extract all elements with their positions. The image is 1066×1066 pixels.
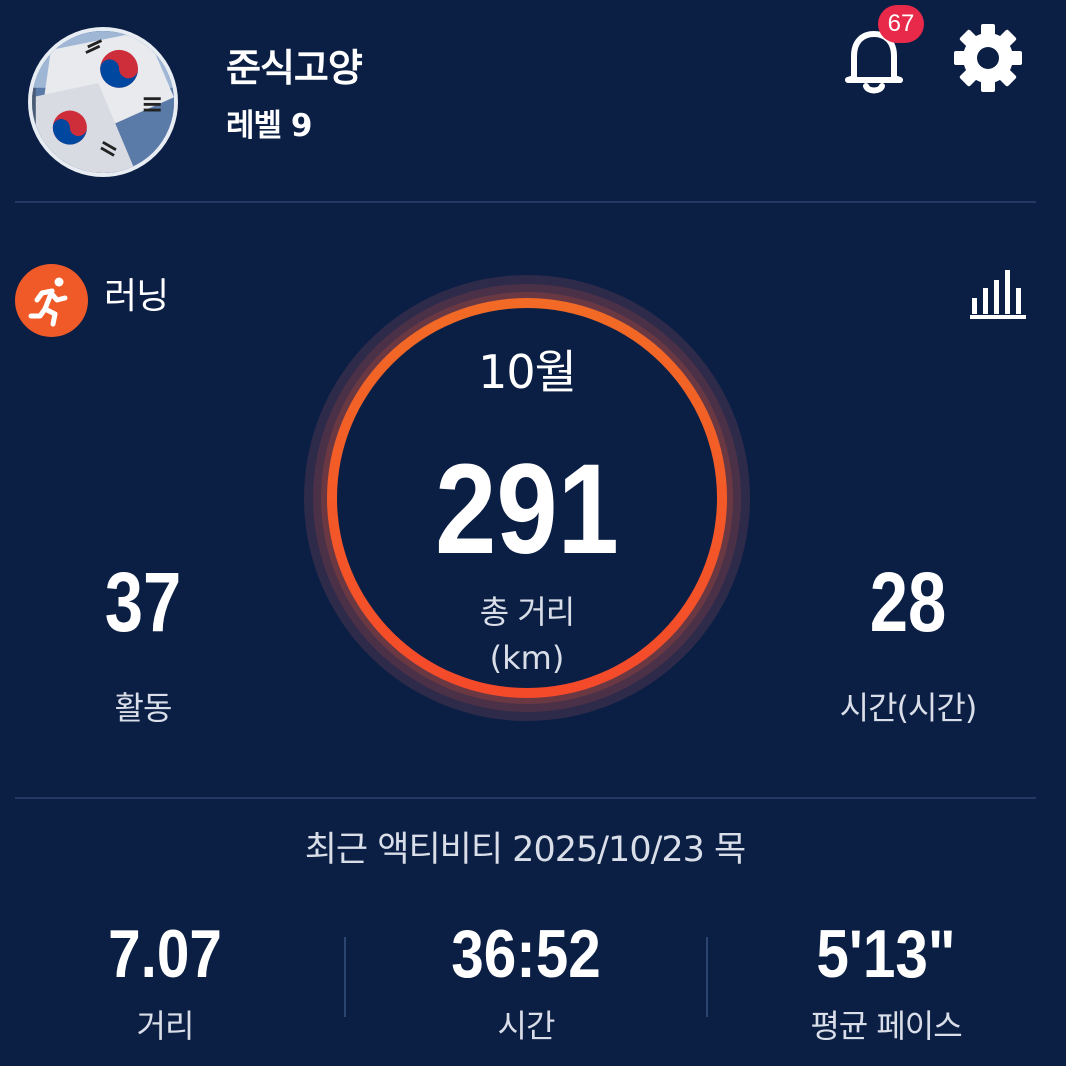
username: 준식고양 [226,46,363,90]
recent-stat-separator [344,937,346,1017]
stats-button[interactable] [966,268,1030,320]
recent-time-value: 36:52 [451,916,601,992]
settings-button[interactable] [950,20,1026,96]
avatar[interactable] [28,27,178,177]
user-level: 레벨 9 [226,108,312,144]
total-distance-unit: (km) [489,639,565,677]
total-distance-value: 291 [435,438,619,581]
running-person-icon [28,277,68,327]
activity-type-label[interactable]: 러닝 [104,275,169,319]
korean-flag-avatar-icon [32,31,174,173]
recent-pace-value: 5'13" [816,916,956,992]
summary-divider [15,797,1036,799]
total-distance-label: 총 거리 [479,593,576,631]
recent-time-label: 시간 [497,1007,556,1045]
activity-type-icon[interactable] [15,264,88,337]
recent-activity-title[interactable]: 최근 액티비티 2025/10/23 목 [0,826,1050,874]
recent-pace-label: 평균 페이스 [810,1007,962,1045]
hours-label: 시간(시간) [839,689,978,727]
month-label: 10월 [478,345,577,399]
activities-count-value: 37 [104,555,182,649]
recent-distance-label: 거리 [136,1007,195,1045]
gear-icon [954,24,1022,92]
hours-value: 28 [869,555,947,649]
bar-chart-icon [970,270,1026,319]
notification-count-badge: 67 [878,5,924,43]
recent-stat-separator [706,937,708,1017]
recent-distance-value: 7.07 [108,916,222,992]
header-divider [15,201,1036,203]
activities-count-label: 활동 [114,689,173,727]
